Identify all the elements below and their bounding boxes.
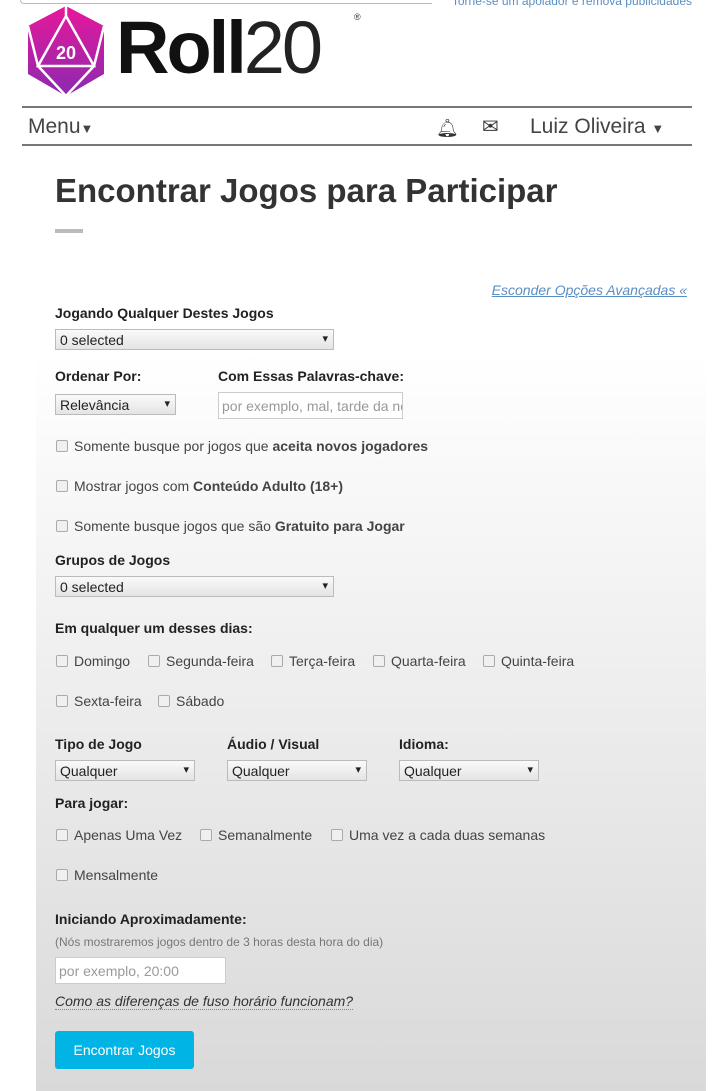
menu-dropdown[interactable]: Menu▼ [28, 115, 93, 139]
roll20-wordmark: Roll20 [116, 6, 323, 89]
days-label: Em qualquer um desses dias: [55, 620, 253, 636]
accepting-players-checkbox[interactable]: Somente busque por jogos que aceita novo… [56, 438, 428, 454]
start-time-label: Iniciando Aproximadamente: [55, 911, 247, 927]
audio-visual-label: Áudio / Visual [227, 736, 320, 752]
start-time-note: (Nós mostraremos jogos dentro de 3 horas… [55, 935, 384, 949]
messages-envelope-icon[interactable]: ✉ [482, 114, 499, 139]
start-time-input[interactable]: por exemplo, 20:00 [55, 957, 226, 984]
adult-content-checkbox[interactable]: Mostrar jogos com Conteúdo Adulto (18+) [56, 478, 343, 494]
order-select[interactable]: Relevância [55, 394, 176, 415]
registered-mark: ® [354, 12, 361, 22]
timezone-help-link[interactable]: Como as diferenças de fuso horário funci… [55, 993, 354, 1010]
games-select[interactable]: 0 selected [55, 329, 334, 350]
keywords-label: Com Essas Palavras-chave: [218, 368, 404, 384]
day-checkbox[interactable]: Sexta-feira [56, 693, 142, 709]
find-games-button[interactable]: Encontrar Jogos [55, 1031, 194, 1069]
page-title: Encontrar Jogos para Participar [55, 172, 558, 209]
user-dropdown[interactable]: Luiz Oliveira ▼ [530, 115, 664, 139]
order-label: Ordenar Por: [55, 368, 142, 384]
d20-logo-icon: 20 [26, 6, 106, 97]
supporter-link[interactable]: Torne-se um apoiador e remova publicidad… [452, 0, 692, 8]
game-type-label: Tipo de Jogo [55, 736, 142, 752]
frequency-checkbox[interactable]: Mensalmente [56, 867, 158, 883]
groups-select[interactable]: 0 selected [55, 576, 334, 597]
free-to-play-checkbox[interactable]: Somente busque jogos que são Gratuito pa… [56, 518, 405, 534]
day-checkbox[interactable]: Quinta-feira [483, 653, 574, 669]
day-checkbox[interactable]: Sábado [158, 693, 224, 709]
audio-visual-select[interactable]: Qualquer [227, 760, 367, 781]
frequency-checkbox[interactable]: Apenas Uma Vez [56, 827, 182, 843]
language-select[interactable]: Qualquer [399, 760, 539, 781]
frequency-checkbox[interactable]: Uma vez a cada duas semanas [331, 827, 545, 843]
day-checkbox[interactable]: Terça-feira [271, 653, 355, 669]
frequency-checkbox[interactable]: Semanalmente [200, 827, 312, 843]
hide-advanced-link[interactable]: Esconder Opções Avançadas « [492, 282, 687, 298]
keywords-input[interactable]: por exemplo, mal, tarde da noite [218, 392, 403, 419]
navbar: Menu▼ 🔔︎ ✉ Luiz Oliveira ▼ [22, 106, 692, 146]
day-checkbox[interactable]: Segunda-feira [148, 653, 254, 669]
title-divider [55, 229, 83, 233]
language-label: Idioma: [399, 736, 449, 752]
day-checkbox[interactable]: Domingo [56, 653, 130, 669]
frequency-label: Para jogar: [55, 795, 129, 811]
games-label: Jogando Qualquer Destes Jogos [55, 305, 274, 321]
day-checkbox[interactable]: Quarta-feira [373, 653, 466, 669]
notifications-bell-icon[interactable]: 🔔︎ [436, 118, 459, 139]
game-type-select[interactable]: Qualquer [55, 760, 195, 781]
svg-text:20: 20 [56, 43, 76, 63]
groups-label: Grupos de Jogos [55, 552, 171, 568]
